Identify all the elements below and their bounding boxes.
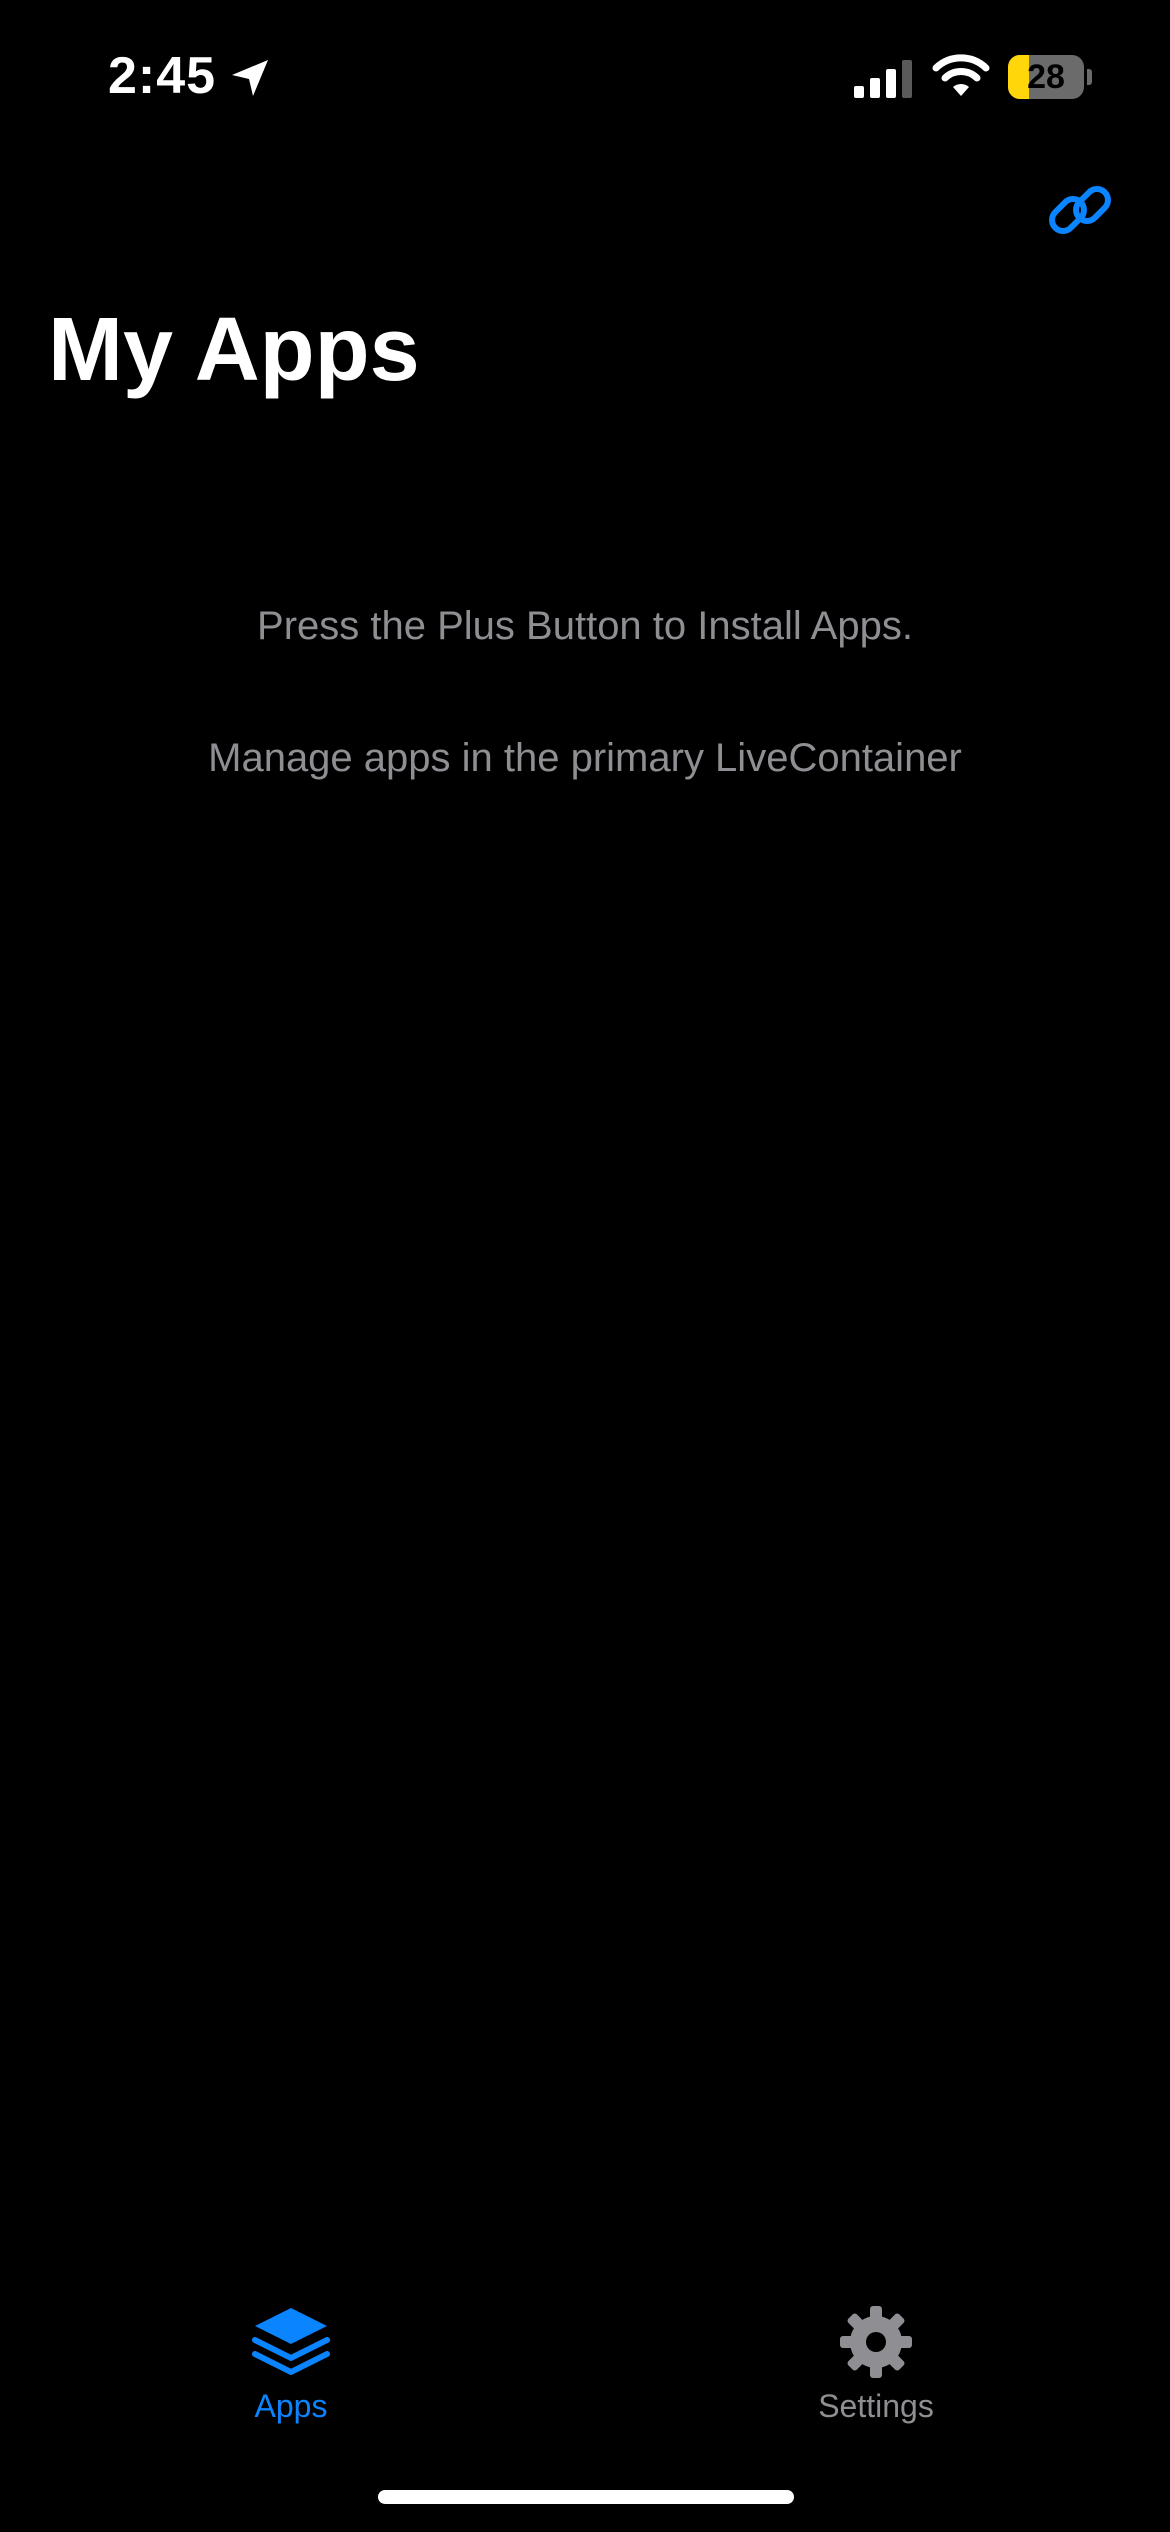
gear-icon [840, 2306, 912, 2378]
link-button[interactable] [1040, 170, 1120, 250]
status-bar: 2:45 28 [0, 0, 1170, 150]
stack-icon [252, 2308, 330, 2375]
cellular-signal-icon [854, 60, 912, 98]
tab-settings-label: Settings [818, 2388, 934, 2424]
status-time: 2:45 [108, 47, 217, 105]
install-hint-text: Press the Plus Button to Install Apps. [257, 604, 913, 648]
tab-apps-label: Apps [254, 2388, 328, 2424]
page-title: My Apps [48, 300, 420, 400]
location-arrow-icon [232, 60, 268, 96]
battery-level: 28 [1027, 58, 1065, 96]
tab-bar: Apps Settings [0, 2280, 1170, 2450]
manage-hint-text: Manage apps in the primary LiveContainer [208, 736, 962, 780]
tab-apps[interactable]: Apps [141, 2280, 441, 2430]
battery-indicator: 28 [1008, 55, 1092, 99]
link-icon [1049, 186, 1111, 234]
wifi-icon [932, 54, 990, 96]
tab-settings[interactable]: Settings [726, 2280, 1026, 2430]
home-indicator [378, 2490, 794, 2504]
